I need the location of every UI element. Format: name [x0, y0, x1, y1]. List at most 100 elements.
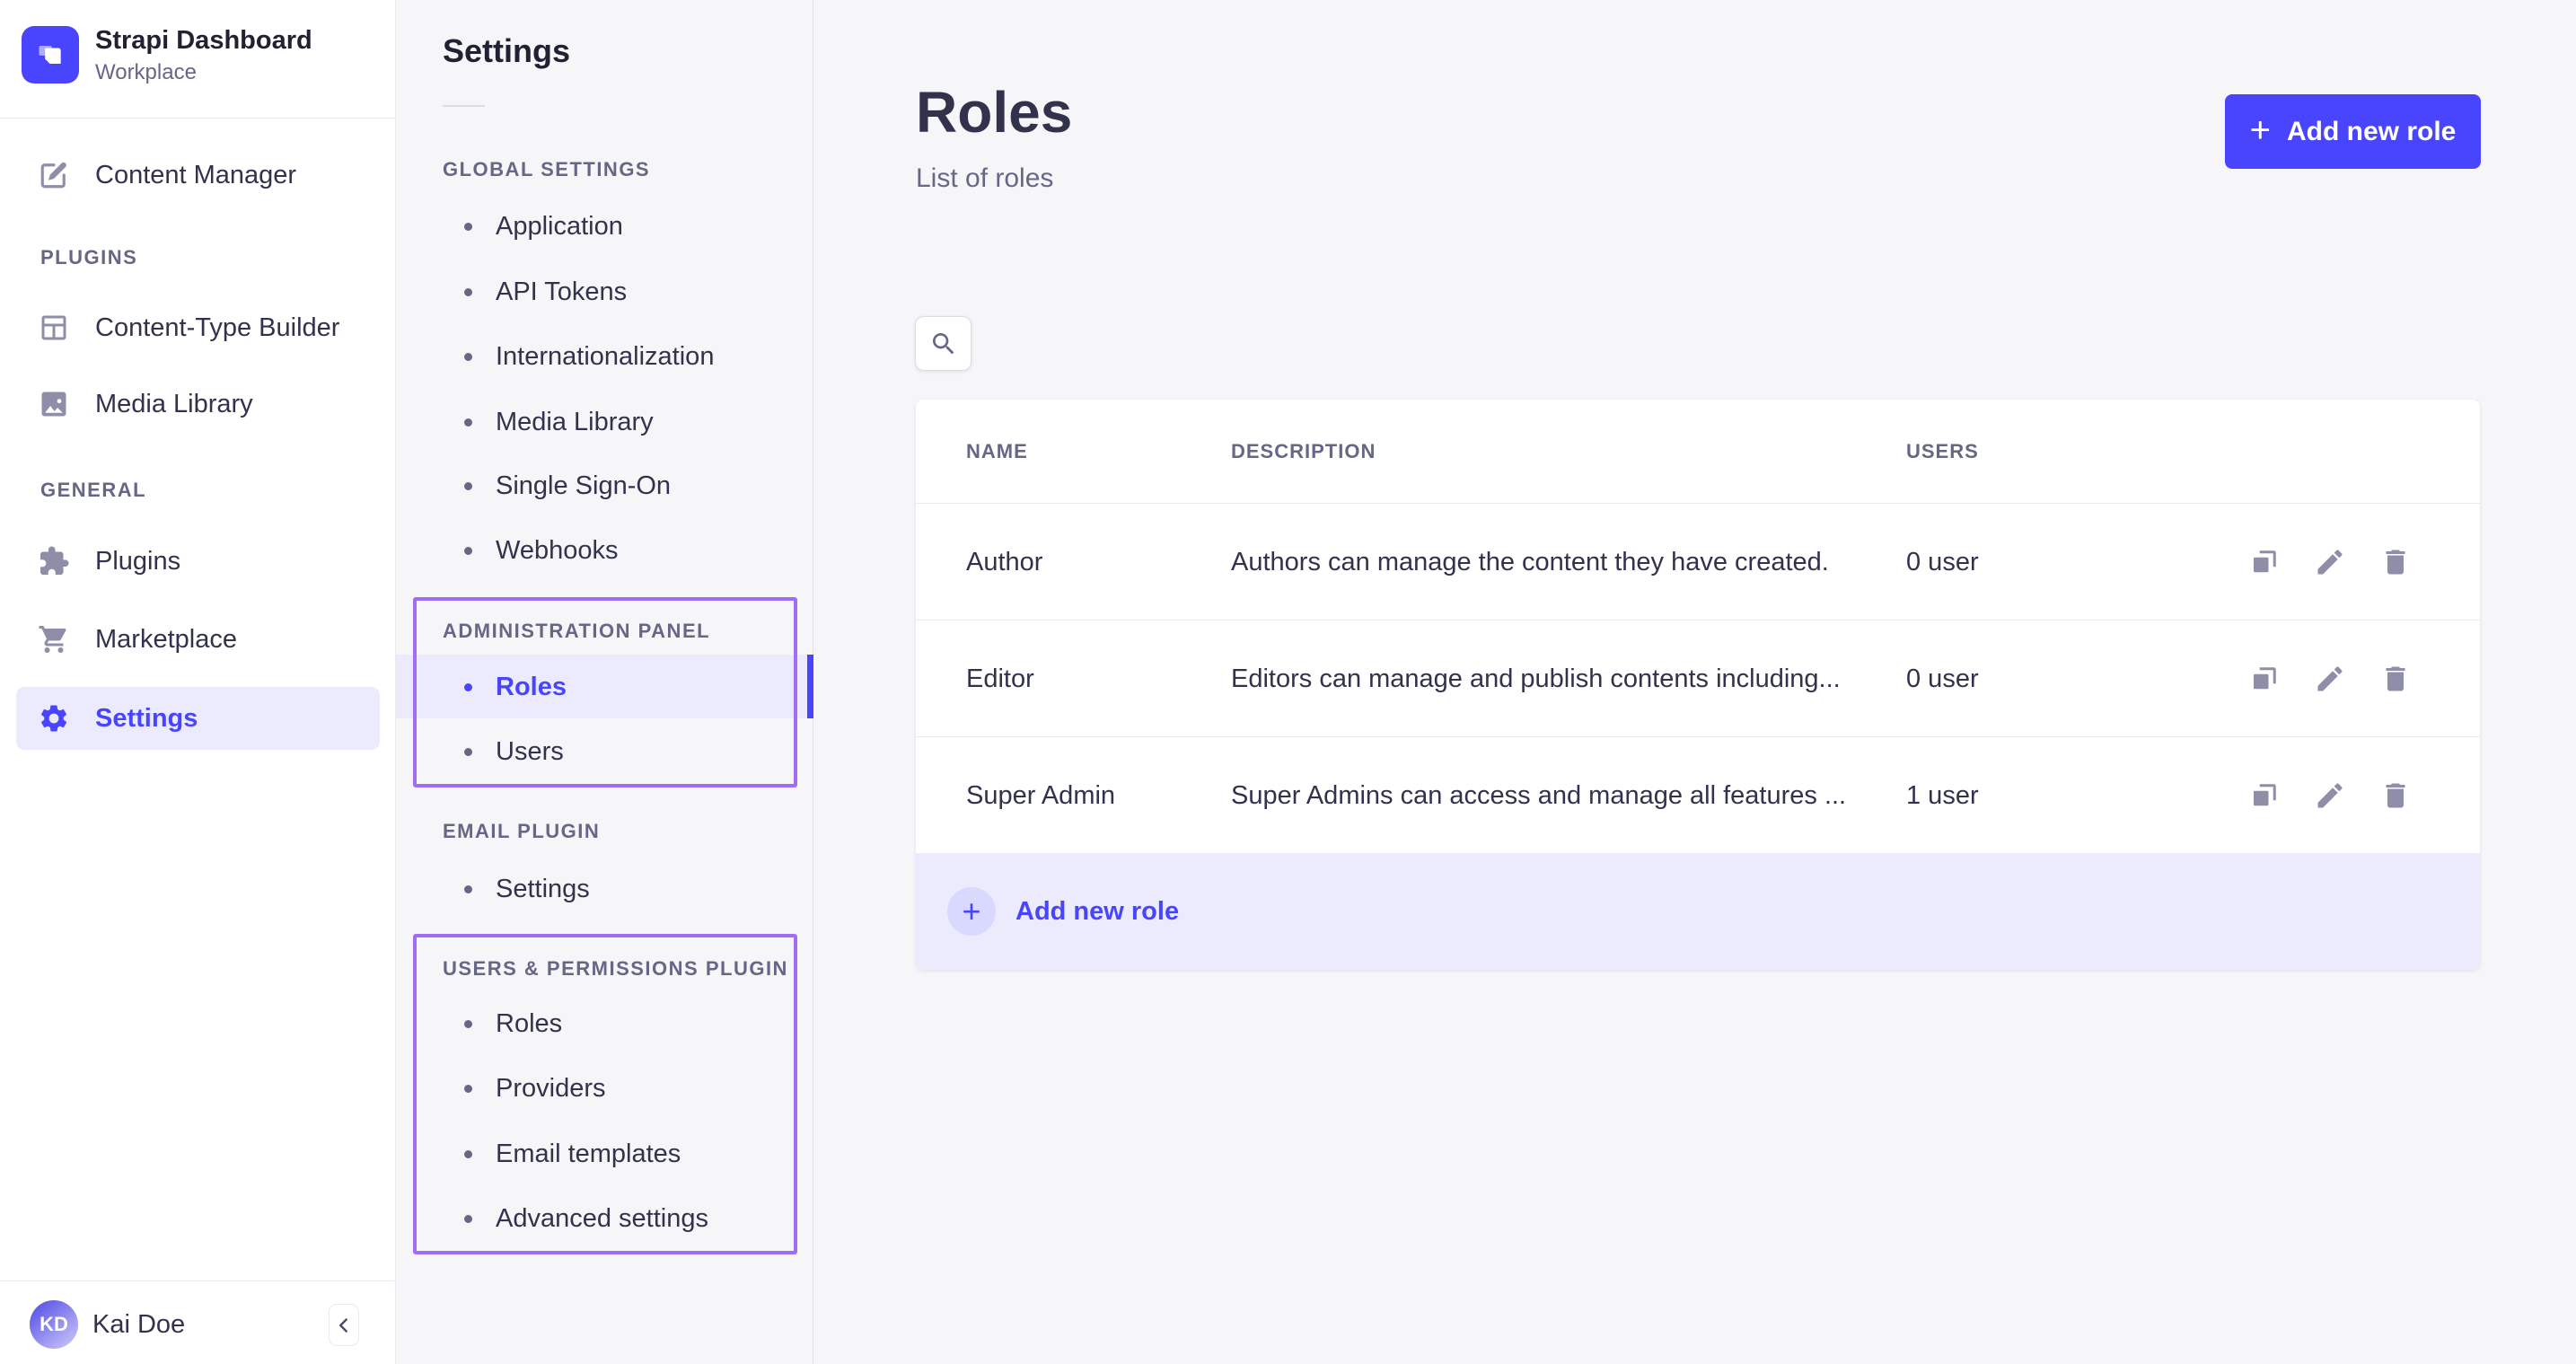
subnav-item-label: Webhooks [496, 536, 619, 566]
sidebar-item-label: Media Library [95, 390, 253, 419]
trash-icon [2379, 546, 2412, 578]
sidebar-item-plugins[interactable]: Plugins [0, 530, 396, 593]
subnav-item-media-library[interactable]: Media Library [464, 402, 654, 442]
edit-pencil-icon [2314, 546, 2346, 578]
bullet-icon [464, 288, 472, 296]
delete-role-button[interactable] [2379, 546, 2412, 578]
main-sidebar: Strapi Dashboard Workplace Content Manag… [0, 0, 396, 1364]
subnav-title: Settings [443, 32, 570, 70]
bullet-icon [464, 418, 472, 427]
subnav-item-label: Application [496, 212, 623, 242]
sidebar-divider [0, 118, 395, 119]
row-actions [2248, 620, 2412, 737]
edit-role-button[interactable] [2314, 546, 2346, 578]
subnav-item-providers[interactable]: Providers [464, 1069, 606, 1108]
sidebar-item-label: Plugins [95, 547, 180, 576]
table-row-super-admin[interactable]: Super Admin Super Admins can access and … [916, 736, 2480, 853]
workspace-brand[interactable]: Strapi Dashboard Workplace [22, 25, 312, 85]
subnav-item-internationalization[interactable]: Internationalization [464, 337, 714, 376]
search-button[interactable] [915, 316, 971, 371]
table-row-editor[interactable]: Editor Editors can manage and publish co… [916, 620, 2480, 736]
plugins-icon [38, 545, 70, 577]
duplicate-role-button[interactable] [2248, 663, 2281, 695]
subnav-item-email-settings[interactable]: Settings [464, 869, 590, 909]
subnav-item-label: Providers [496, 1074, 606, 1104]
sidebar-item-media-library[interactable]: Media Library [0, 373, 396, 436]
subnav-item-label: Email templates [496, 1140, 681, 1169]
settings-subnav: Settings GLOBAL SETTINGS Application API… [396, 0, 813, 1364]
sidebar-item-label: Content-Type Builder [95, 313, 339, 343]
subnav-item-label: Roles [496, 1009, 562, 1039]
bullet-icon [464, 1020, 472, 1028]
marketplace-icon [38, 623, 70, 656]
bullet-icon [464, 1150, 472, 1158]
subnav-item-label: Roles [496, 673, 567, 702]
media-library-icon [38, 388, 70, 420]
plus-icon: + [2250, 112, 2271, 148]
bullet-icon [464, 547, 472, 555]
sidebar-section-general: GENERAL [40, 479, 146, 502]
user-name: Kai Doe [92, 1310, 185, 1340]
subnav-item-application[interactable]: Application [464, 207, 623, 246]
brand-text: Strapi Dashboard Workplace [95, 25, 312, 85]
column-header-description: DESCRIPTION [1231, 400, 1376, 503]
plus-circle-icon: + [947, 887, 996, 936]
settings-gear-icon [38, 702, 70, 735]
sidebar-section-plugins: PLUGINS [40, 246, 137, 269]
duplicate-icon [2248, 663, 2281, 695]
edit-role-button[interactable] [2314, 663, 2346, 695]
table-header: NAME DESCRIPTION USERS [916, 400, 2480, 503]
subnav-item-roles-admin[interactable]: Roles [464, 667, 567, 707]
subnav-group-email-plugin: EMAIL PLUGIN [443, 820, 600, 843]
row-actions [2248, 504, 2412, 620]
role-description: Authors can manage the content they have… [1231, 504, 1829, 620]
sidebar-footer-divider [0, 1280, 395, 1281]
delete-role-button[interactable] [2379, 779, 2412, 812]
role-users-count: 0 user [1906, 504, 1979, 620]
subnav-item-users-admin[interactable]: Users [464, 732, 564, 771]
table-row-author[interactable]: Author Authors can manage the content th… [916, 503, 2480, 620]
table-footer-add-role[interactable]: + Add new role [916, 853, 2480, 970]
user-menu[interactable]: KD Kai Doe [30, 1300, 185, 1349]
sidebar-item-settings[interactable]: Settings [0, 687, 396, 750]
edit-pencil-icon [2314, 779, 2346, 812]
subnav-item-label: API Tokens [496, 277, 627, 307]
title-underline [443, 105, 485, 107]
bullet-icon [464, 683, 472, 691]
subnav-item-label: Internationalization [496, 342, 714, 372]
main-content: Roles List of roles + Add new role NAME … [813, 0, 2576, 1364]
bullet-icon [464, 748, 472, 756]
sidebar-item-marketplace[interactable]: Marketplace [0, 608, 396, 671]
subnav-item-api-tokens[interactable]: API Tokens [464, 272, 627, 312]
avatar: KD [30, 1300, 78, 1349]
trash-icon [2379, 779, 2412, 812]
collapse-sidebar-button[interactable] [329, 1304, 359, 1346]
role-description: Editors can manage and publish contents … [1231, 620, 1841, 737]
sidebar-item-label: Marketplace [95, 625, 237, 655]
subnav-group-administration-panel: ADMINISTRATION PANEL [443, 620, 710, 643]
subnav-item-advanced-settings[interactable]: Advanced settings [464, 1199, 708, 1238]
subnav-active-highlight [396, 655, 807, 718]
footer-add-role-label: Add new role [1015, 897, 1179, 927]
workspace-title: Strapi Dashboard [95, 25, 312, 57]
add-new-role-button[interactable]: + Add new role [2225, 94, 2481, 169]
subnav-item-roles-up[interactable]: Roles [464, 1004, 562, 1043]
sidebar-item-content-type-builder[interactable]: Content-Type Builder [0, 296, 396, 359]
subnav-item-email-templates[interactable]: Email templates [464, 1134, 681, 1174]
content-manager-icon [38, 159, 70, 191]
bullet-icon [464, 223, 472, 231]
add-new-role-label: Add new role [2287, 117, 2456, 147]
sidebar-item-content-manager[interactable]: Content Manager [0, 144, 396, 207]
delete-role-button[interactable] [2379, 663, 2412, 695]
bullet-icon [464, 353, 472, 361]
page-subtitle: List of roles [916, 163, 1053, 194]
subnav-item-label: Settings [496, 875, 590, 904]
edit-role-button[interactable] [2314, 779, 2346, 812]
duplicate-role-button[interactable] [2248, 779, 2281, 812]
subnav-group-global-settings: GLOBAL SETTINGS [443, 158, 650, 181]
subnav-item-single-sign-on[interactable]: Single Sign-On [464, 466, 671, 506]
subnav-item-webhooks[interactable]: Webhooks [464, 531, 619, 570]
duplicate-role-button[interactable] [2248, 546, 2281, 578]
search-icon [929, 330, 958, 358]
subnav-item-label: Media Library [496, 408, 654, 437]
